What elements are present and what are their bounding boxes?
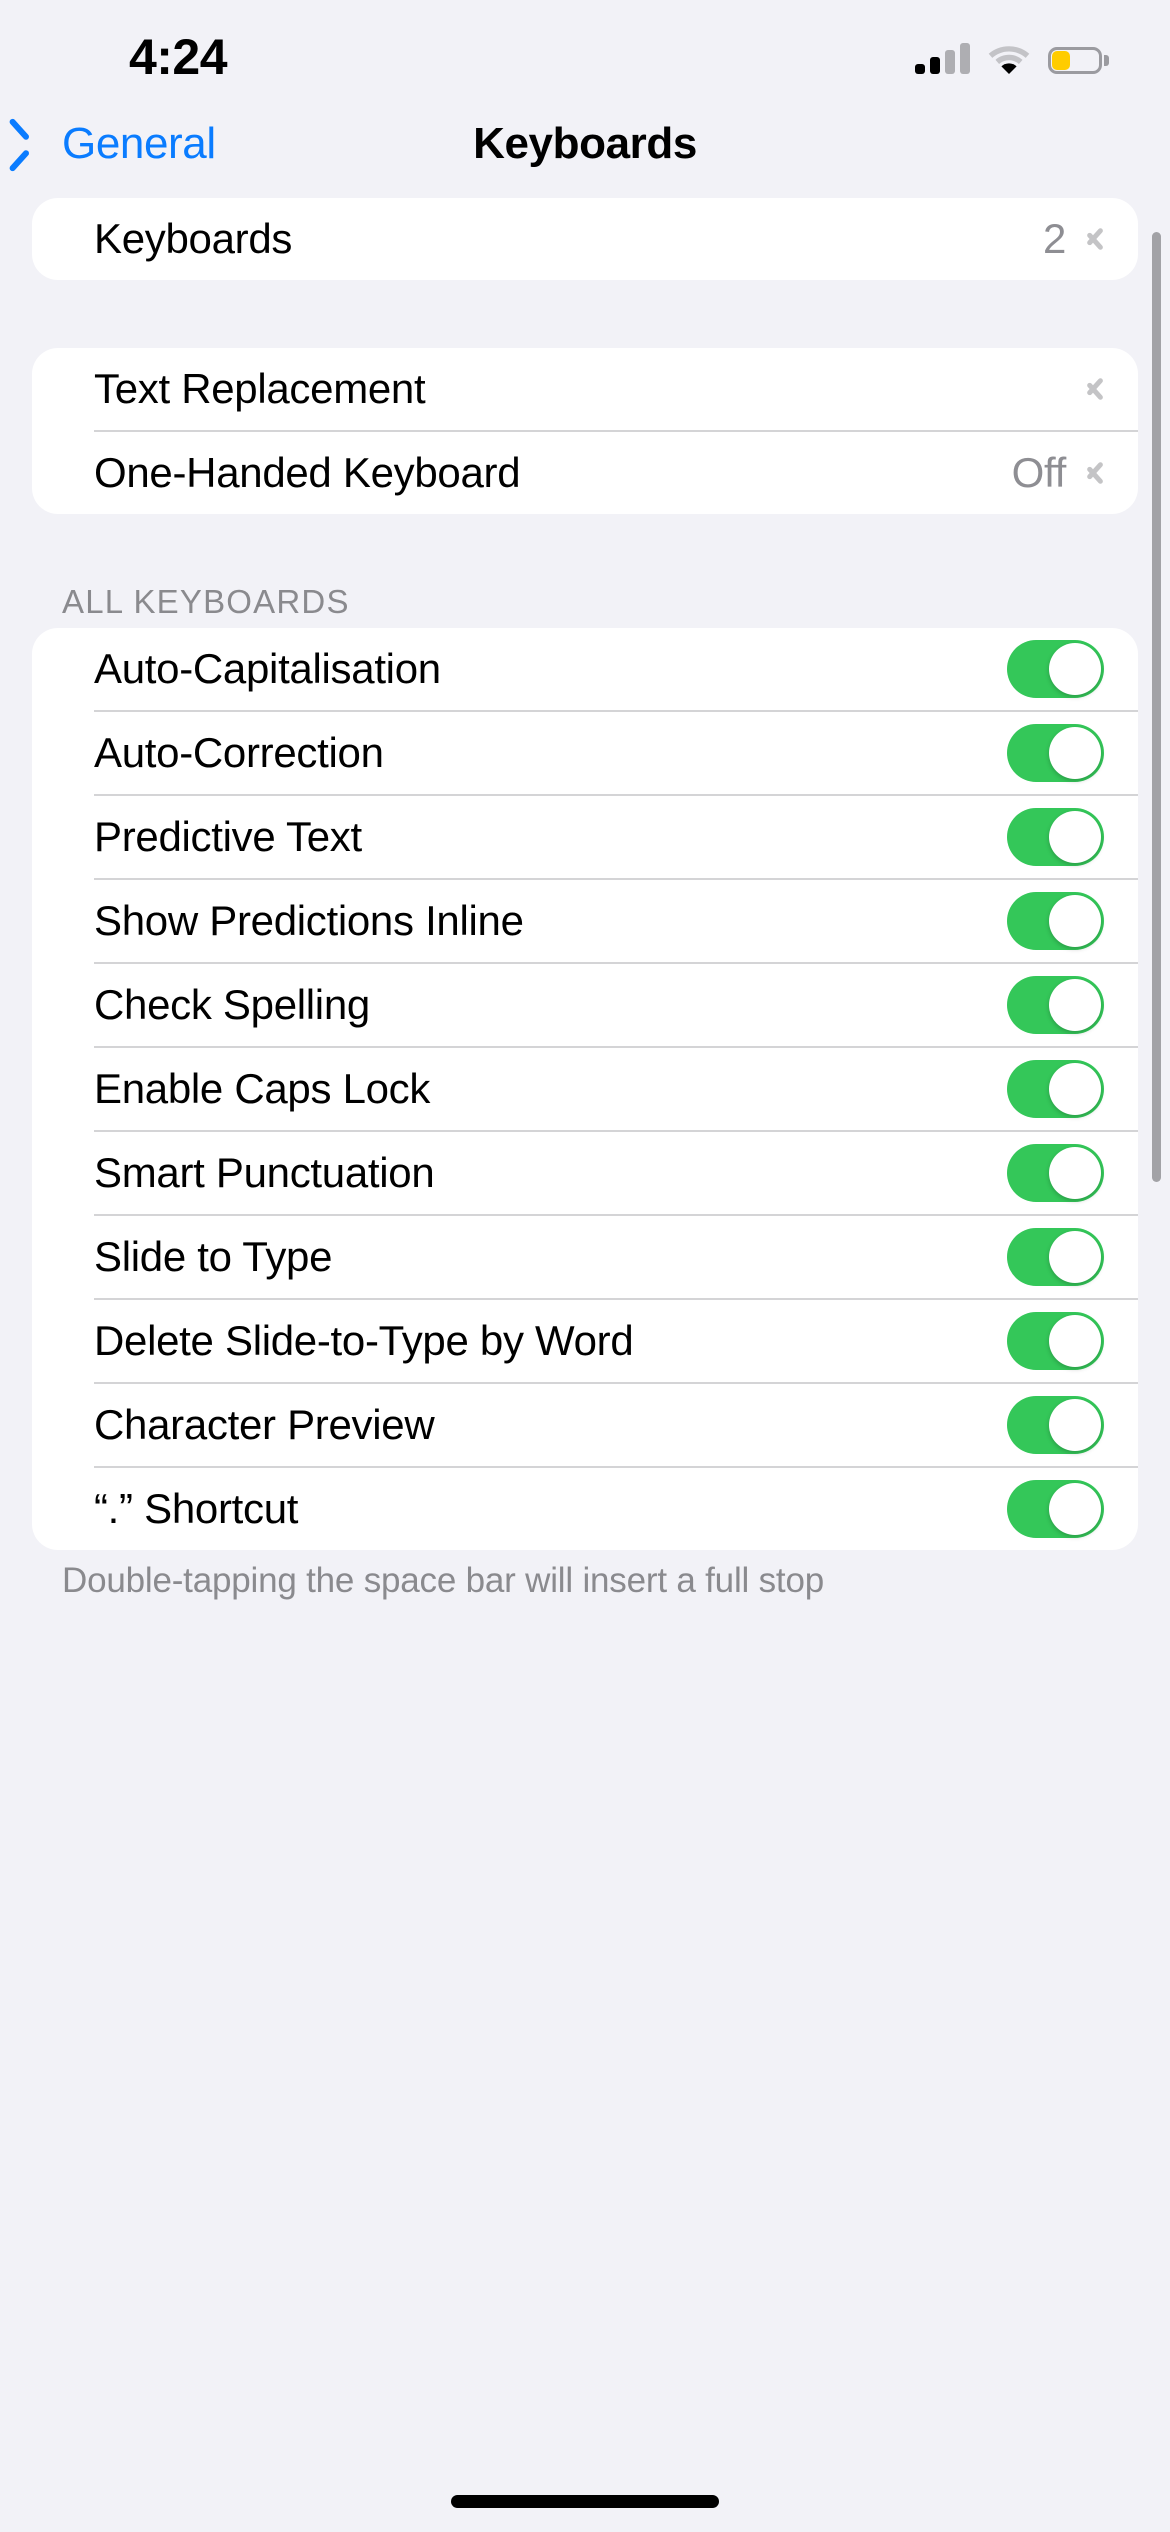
footer-note: Double-tapping the space bar will insert… <box>62 1561 824 1600</box>
toggle-knob <box>1049 1063 1101 1115</box>
home-indicator <box>451 2495 719 2508</box>
navigation-bar: General Keyboards <box>0 100 1170 188</box>
toggle-switch[interactable] <box>1007 808 1104 866</box>
toggle-knob <box>1049 1315 1101 1367</box>
list-item-toggle[interactable]: “.” Shortcut <box>32 1468 1138 1550</box>
list-item-label: Show Predictions Inline <box>94 897 524 944</box>
list-item-label: Auto-Capitalisation <box>94 645 441 692</box>
toggle-switch[interactable] <box>1007 640 1104 698</box>
toggle-switch[interactable] <box>1007 1480 1104 1538</box>
toggle-switch[interactable] <box>1007 976 1104 1034</box>
list-item-toggle[interactable]: Predictive Text <box>32 796 1138 878</box>
list-item-label: Enable Caps Lock <box>94 1065 431 1112</box>
toggle-switch[interactable] <box>1007 1060 1104 1118</box>
all-keyboards-card: Auto-Capitalisation Auto-Correction Predic… <box>32 628 1138 1550</box>
list-item-label: Auto-Correction <box>94 729 384 776</box>
iphone-screen: 4:24 General Keyboards Keyboards 2 Text … <box>0 0 1170 2532</box>
list-item-label: Keyboards <box>94 215 293 262</box>
toggle-switch[interactable] <box>1007 1228 1104 1286</box>
list-item-value: Off <box>1011 449 1067 496</box>
list-item-toggle[interactable]: Slide to Type <box>32 1216 1138 1298</box>
status-bar-icons <box>915 34 1109 74</box>
chevron-right-icon <box>1088 224 1104 254</box>
list-item-label: Predictive Text <box>94 813 362 860</box>
toggle-knob <box>1049 643 1101 695</box>
toggle-switch[interactable] <box>1007 1312 1104 1370</box>
chevron-right-icon <box>1088 374 1104 404</box>
list-item-value: 2 <box>1042 215 1066 262</box>
toggle-knob <box>1049 1231 1101 1283</box>
cellular-signal-icon <box>915 42 970 74</box>
list-item-label: Character Preview <box>94 1401 435 1448</box>
list-item-label: Check Spelling <box>94 981 370 1028</box>
toggle-knob <box>1049 979 1101 1031</box>
list-item-toggle[interactable]: Check Spelling <box>32 964 1138 1046</box>
list-item-label: Delete Slide-to-Type by Word <box>94 1317 634 1364</box>
toggle-knob <box>1049 811 1101 863</box>
toggle-knob <box>1049 1147 1101 1199</box>
toggle-knob <box>1049 727 1101 779</box>
list-item-toggle[interactable]: Character Preview <box>32 1384 1138 1466</box>
list-item-toggle[interactable]: Auto-Correction <box>32 712 1138 794</box>
list-item-text-replacement[interactable]: Text Replacement <box>32 348 1138 430</box>
list-item-label: Text Replacement <box>94 365 426 412</box>
list-item-toggle[interactable]: Delete Slide-to-Type by Word <box>32 1300 1138 1382</box>
toggle-switch[interactable] <box>1007 1396 1104 1454</box>
toggle-switch[interactable] <box>1007 1144 1104 1202</box>
keyboards-card: Keyboards 2 <box>32 198 1138 280</box>
page-title: Keyboards <box>473 119 697 168</box>
list-item-label: Smart Punctuation <box>94 1149 435 1196</box>
status-bar-time: 4:24 <box>128 29 228 85</box>
text-options-card: Text Replacement One-Handed Keyboard Off <box>32 348 1138 514</box>
section-header-all-keyboards: ALL KEYBOARDS <box>62 583 350 620</box>
list-item-label: One-Handed Keyboard <box>94 449 521 496</box>
list-item-toggle[interactable]: Enable Caps Lock <box>32 1048 1138 1130</box>
chevron-right-icon <box>1088 458 1104 488</box>
settings-scroll-view[interactable]: Keyboards 2 Text Replacement One-Handed … <box>0 188 1170 2532</box>
list-item-toggle[interactable]: Auto-Capitalisation <box>32 628 1138 710</box>
list-item-toggle[interactable]: Smart Punctuation <box>32 1132 1138 1214</box>
wifi-icon <box>987 42 1031 74</box>
list-item-one-handed-keyboard[interactable]: One-Handed Keyboard Off <box>32 432 1138 514</box>
list-item-label: “.” Shortcut <box>94 1485 299 1532</box>
toggle-switch[interactable] <box>1007 892 1104 950</box>
toggle-knob <box>1049 1399 1101 1451</box>
list-item-label: Slide to Type <box>94 1233 333 1280</box>
toggle-knob <box>1049 895 1101 947</box>
toggle-switch[interactable] <box>1007 724 1104 782</box>
battery-icon <box>1048 47 1109 74</box>
scrollbar[interactable] <box>1152 232 1161 1182</box>
toggle-knob <box>1049 1483 1101 1535</box>
status-bar: 4:24 <box>0 0 1170 100</box>
list-item-keyboards[interactable]: Keyboards 2 <box>32 198 1138 280</box>
list-item-toggle[interactable]: Show Predictions Inline <box>32 880 1138 962</box>
